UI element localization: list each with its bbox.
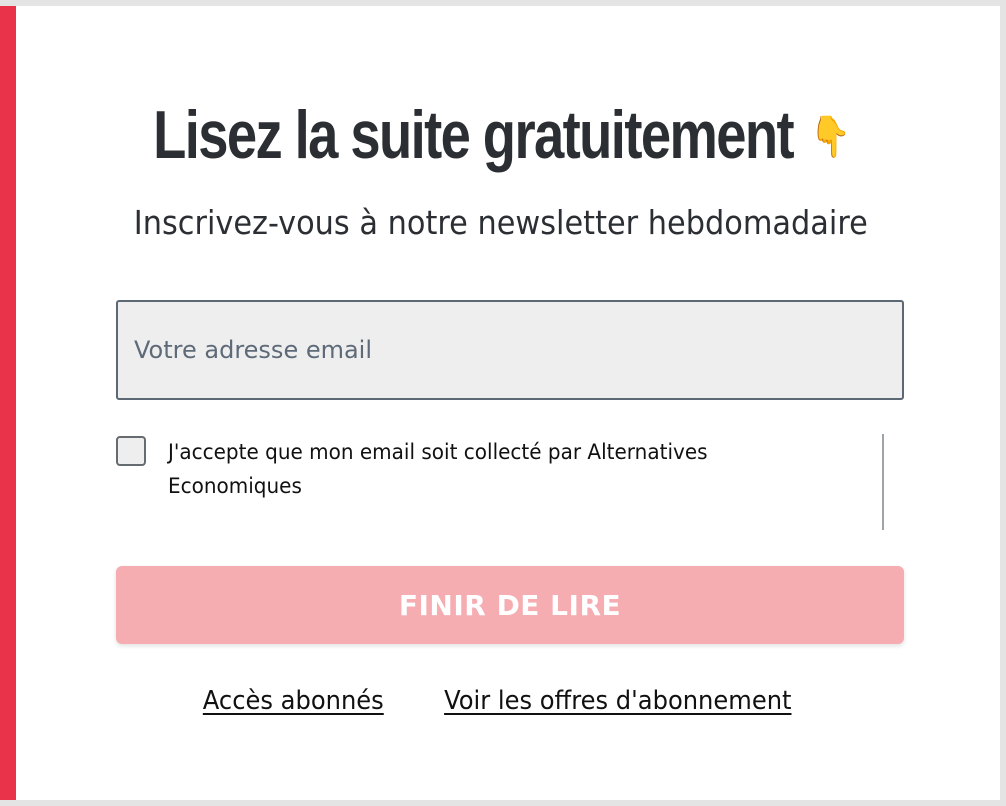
accent-bar (0, 6, 16, 800)
subscription-offers-link[interactable]: Voir les offres d'abonnement (444, 686, 791, 716)
pointing-down-hand-icon: 👇 (810, 114, 851, 159)
newsletter-modal: Lisez la suite gratuitement 👇 Inscrivez-v… (0, 6, 1000, 800)
subscriber-access-link[interactable]: Accès abonnés (203, 686, 384, 716)
email-input[interactable] (116, 300, 904, 400)
headline: Lisez la suite gratuitement 👇 (101, 96, 901, 174)
consent-label[interactable]: J'accepte que mon email soit collecté pa… (168, 436, 810, 504)
headline-text: Lisez la suite gratuitement (153, 97, 795, 173)
footer-links: Accès abonnés Voir les offres d'abonnemen… (0, 686, 1000, 716)
finish-reading-button[interactable]: FINIR DE LIRE (116, 566, 904, 644)
subtitle: Inscrivez-vous à notre newsletter hebdom… (133, 203, 868, 242)
consent-row: J'accepte que mon email soit collecté pa… (116, 434, 884, 530)
consent-checkbox[interactable] (116, 436, 146, 466)
